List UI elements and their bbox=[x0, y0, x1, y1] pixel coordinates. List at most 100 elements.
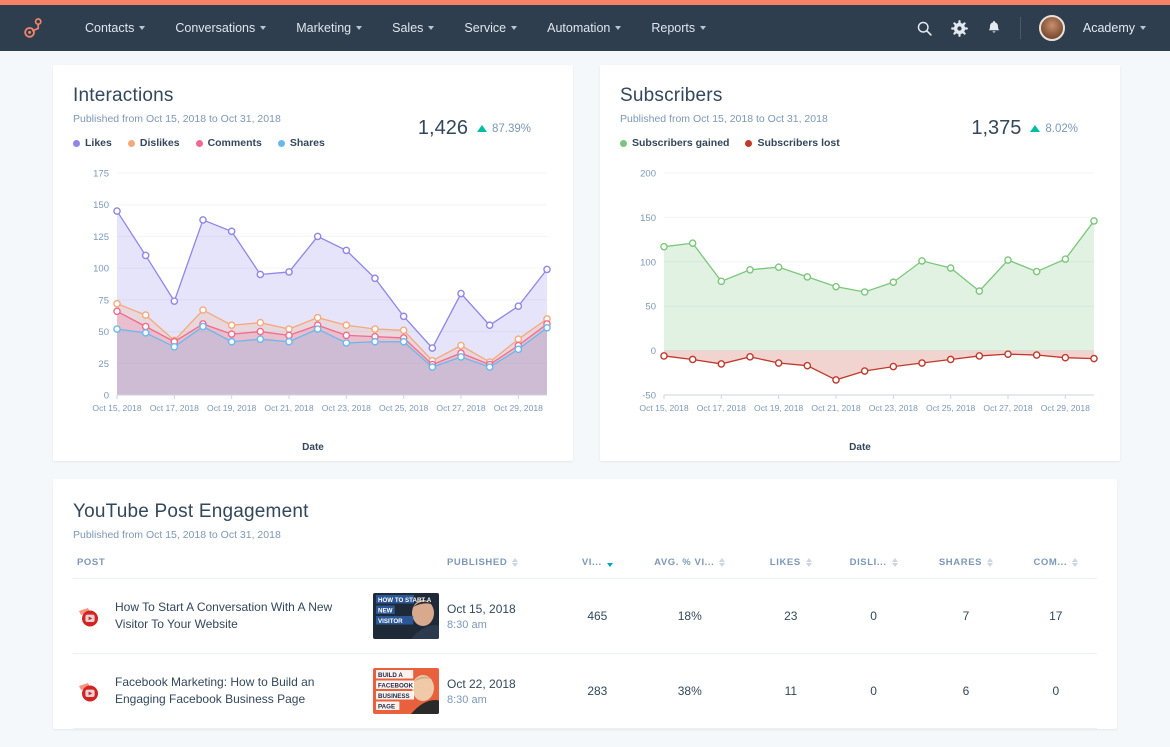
legend-dot-lost bbox=[745, 139, 753, 147]
nav-item-contacts[interactable]: Contacts bbox=[70, 15, 160, 41]
column-header-likes[interactable]: LIKES bbox=[751, 541, 830, 579]
legend-item-dislikes[interactable]: Dislikes bbox=[127, 137, 180, 149]
post-cell: Facebook Marketing: How to Build an Enga… bbox=[73, 653, 443, 729]
published-cell: Oct 22, 2018 8:30 am bbox=[443, 653, 567, 729]
avg-percent-viewed-cell: 18% bbox=[627, 578, 752, 654]
nav-item-marketing[interactable]: Marketing bbox=[281, 15, 377, 41]
svg-text:Oct 29, 2018: Oct 29, 2018 bbox=[1041, 403, 1090, 413]
trend-up-icon bbox=[1030, 125, 1041, 132]
chevron-down-icon bbox=[615, 26, 622, 30]
legend-item-shares[interactable]: Shares bbox=[277, 137, 325, 149]
legend-item-subscribers-gained[interactable]: Subscribers gained bbox=[620, 137, 729, 149]
svg-text:Oct 19, 2018: Oct 19, 2018 bbox=[207, 403, 256, 413]
legend-label: Subscribers lost bbox=[757, 137, 840, 149]
legend-label: Comments bbox=[207, 137, 262, 149]
column-header-avg-vi[interactable]: AVG. % VI... bbox=[627, 541, 752, 579]
column-header-published[interactable]: PUBLISHED bbox=[443, 541, 567, 579]
nav-item-service[interactable]: Service bbox=[449, 15, 532, 41]
svg-text:Oct 15, 2018: Oct 15, 2018 bbox=[92, 403, 141, 413]
post-title[interactable]: Facebook Marketing: How to Build an Enga… bbox=[115, 674, 361, 709]
svg-text:NEW: NEW bbox=[378, 608, 393, 615]
post-thumbnail[interactable]: HOW TO START A NEW VISITOR bbox=[373, 593, 439, 639]
table-row[interactable]: Facebook Marketing: How to Build an Enga… bbox=[73, 653, 1097, 729]
column-header-label: LIKES bbox=[769, 557, 801, 568]
svg-text:Oct 23, 2018: Oct 23, 2018 bbox=[869, 403, 918, 413]
search-icon[interactable] bbox=[916, 20, 933, 37]
youtube-post-engagement-card: YouTube Post Engagement Published from O… bbox=[53, 479, 1117, 729]
sort-toggle-icon[interactable] bbox=[987, 557, 994, 568]
sort-toggle-icon[interactable] bbox=[606, 558, 613, 568]
main-navbar: Contacts Conversations Marketing Sales S… bbox=[0, 5, 1170, 51]
table-row[interactable]: How To Start A Conversation With A New V… bbox=[73, 578, 1097, 654]
svg-text:Oct 29, 2018: Oct 29, 2018 bbox=[494, 403, 543, 413]
svg-text:Oct 17, 2018: Oct 17, 2018 bbox=[150, 403, 199, 413]
card-title: Subscribers bbox=[620, 85, 723, 106]
nav-label: Sales bbox=[392, 21, 424, 35]
column-header-post: POST bbox=[73, 541, 443, 579]
published-cell: Oct 15, 2018 8:30 am bbox=[443, 578, 567, 654]
gear-icon[interactable] bbox=[950, 19, 968, 37]
post-cell-content: How To Start A Conversation With A New V… bbox=[77, 593, 439, 639]
post-title[interactable]: How To Start A Conversation With A New V… bbox=[115, 599, 361, 634]
nav-label: Conversations bbox=[175, 21, 256, 35]
user-avatar[interactable] bbox=[1038, 15, 1065, 41]
sort-toggle-icon[interactable] bbox=[805, 557, 812, 568]
chevron-down-icon bbox=[700, 26, 707, 30]
legend-dot-shares bbox=[277, 139, 285, 147]
nav-item-automation[interactable]: Automation bbox=[532, 15, 636, 41]
legend-dot-likes bbox=[73, 139, 80, 147]
account-menu[interactable]: Academy bbox=[1083, 21, 1146, 35]
hubspot-sprocket-icon[interactable] bbox=[18, 13, 48, 43]
primary-navigation: Contacts Conversations Marketing Sales S… bbox=[70, 15, 721, 41]
interactions-card: Interactions Published from Oct 15, 2018… bbox=[53, 65, 573, 461]
legend-label: Subscribers gained bbox=[632, 137, 730, 149]
legend-item-likes[interactable]: Likes bbox=[73, 137, 112, 149]
column-header-disli[interactable]: DISLI... bbox=[829, 541, 918, 579]
interactions-chart-svg[interactable]: 0 25 50 75 100 125 150 175 Oct 15, 2018 Oct 17, 2… bbox=[73, 163, 553, 435]
legend-label: Likes bbox=[85, 137, 112, 149]
column-header-vi[interactable]: VI... bbox=[566, 541, 628, 579]
svg-text:Oct 15, 2018: Oct 15, 2018 bbox=[639, 403, 688, 413]
svg-text:Oct 17, 2018: Oct 17, 2018 bbox=[697, 403, 746, 413]
post-cell: How To Start A Conversation With A New V… bbox=[73, 578, 443, 654]
nav-item-conversations[interactable]: Conversations bbox=[160, 15, 281, 41]
navbar-right-actions: Academy bbox=[916, 15, 1152, 41]
dislikes-cell: 0 bbox=[829, 578, 918, 654]
navbar-divider bbox=[1019, 17, 1021, 39]
svg-text:Oct 23, 2018: Oct 23, 2018 bbox=[322, 403, 371, 413]
table-card-subtitle: Published from Oct 15, 2018 to Oct 31, 2… bbox=[73, 529, 281, 541]
post-thumbnail[interactable]: BUILD A FACEBOOK BUSINESS PAGE bbox=[373, 668, 439, 714]
sort-toggle-icon[interactable] bbox=[719, 557, 726, 568]
metric-delta: 8.02% bbox=[1030, 123, 1078, 135]
views-cell: 283 bbox=[566, 653, 628, 729]
likes-cell: 11 bbox=[751, 653, 830, 729]
subscribers-chart-svg[interactable]: -50 0 50 100 150 200 Oct 15, 2018 Oct 17, 2018 O… bbox=[620, 163, 1100, 435]
published-time: 8:30 am bbox=[447, 618, 487, 631]
sort-toggle-icon[interactable] bbox=[891, 557, 898, 568]
svg-text:50: 50 bbox=[645, 302, 656, 313]
metric-delta-value: 8.02% bbox=[1045, 122, 1078, 135]
views-cell: 465 bbox=[566, 578, 628, 654]
legend-label: Shares bbox=[289, 137, 325, 149]
shares-cell: 6 bbox=[917, 653, 1015, 729]
chevron-down-icon bbox=[139, 26, 146, 30]
svg-text:75: 75 bbox=[98, 295, 109, 306]
subscribers-metric: 1,375 8.02% bbox=[971, 117, 1078, 140]
table-header-row: POST PUBLISHED VI... AVG. % VI... LIKES DISLI… bbox=[73, 541, 1097, 579]
sort-toggle-icon[interactable] bbox=[512, 557, 519, 568]
nav-item-reports[interactable]: Reports bbox=[636, 15, 721, 41]
account-label: Academy bbox=[1082, 21, 1135, 35]
chevron-down-icon bbox=[511, 26, 518, 30]
legend-item-subscribers-lost[interactable]: Subscribers lost bbox=[745, 137, 840, 149]
card-title: Interactions bbox=[73, 85, 174, 106]
svg-text:125: 125 bbox=[93, 232, 109, 243]
bell-icon[interactable] bbox=[986, 20, 1002, 37]
legend-dot-comments bbox=[195, 139, 203, 147]
metric-value: 1,375 bbox=[971, 117, 1022, 139]
legend-item-comments[interactable]: Comments bbox=[195, 137, 262, 149]
column-header-shares[interactable]: SHARES bbox=[917, 541, 1015, 579]
nav-item-sales[interactable]: Sales bbox=[377, 15, 449, 41]
youtube-play-icon bbox=[77, 603, 103, 629]
sort-toggle-icon[interactable] bbox=[1072, 557, 1079, 568]
column-header-com[interactable]: COM... bbox=[1014, 541, 1097, 579]
